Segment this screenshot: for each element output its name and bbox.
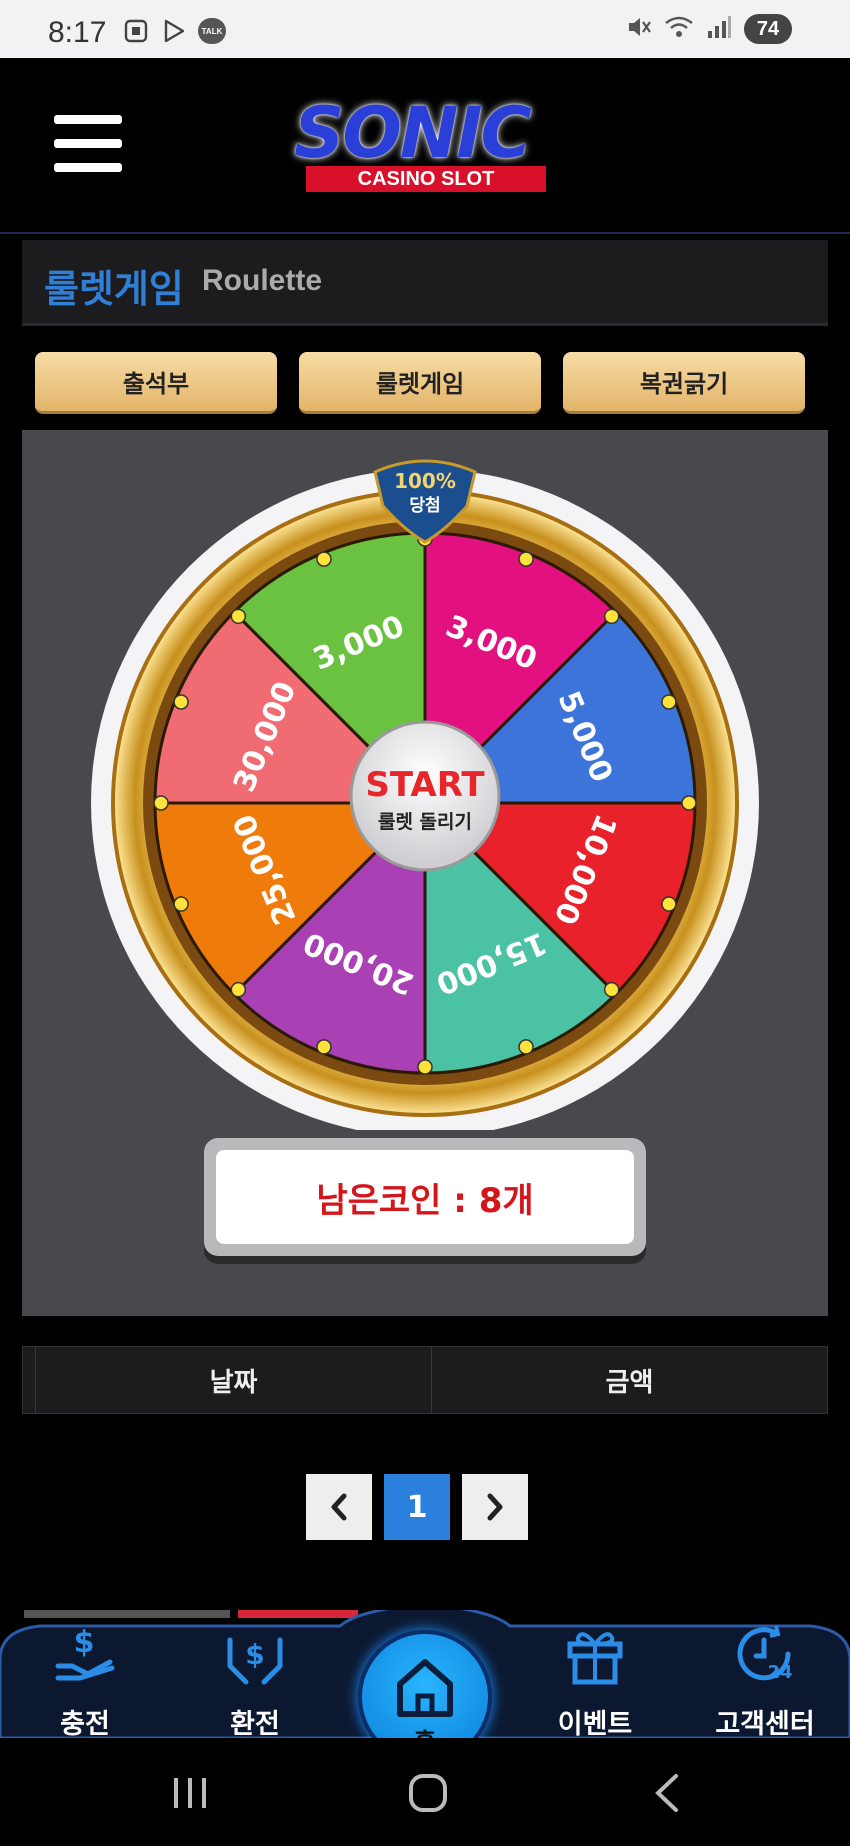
start-title: START	[365, 765, 485, 805]
pagination: 1	[306, 1474, 528, 1540]
table-header-spacer	[23, 1347, 35, 1413]
wheel-light	[316, 1039, 332, 1055]
site-logo[interactable]: SONIC CASINO SLOT	[284, 92, 574, 192]
wheel-light	[661, 896, 677, 912]
gift-icon	[567, 1632, 623, 1685]
table-header-amount: 금액	[431, 1347, 827, 1413]
screenshot-icon	[122, 18, 150, 44]
back-icon[interactable]	[655, 1774, 678, 1812]
battery-indicator: 74	[744, 14, 792, 44]
tab-lottery[interactable]: 복권긁기	[563, 352, 805, 414]
wifi-icon	[664, 14, 694, 44]
wheel-light	[518, 1039, 534, 1055]
logo-text: SONIC	[294, 92, 532, 174]
svg-text:$: $	[245, 1638, 264, 1671]
wheel-light	[230, 608, 247, 625]
svg-text:24: 24	[767, 1662, 792, 1683]
nav-event[interactable]: 이벤트	[530, 1620, 660, 1741]
roulette-wheel: 3,0005,00010,00015,00020,00025,00030,000…	[91, 459, 759, 1130]
logo-subtext: CASINO SLOT	[306, 166, 546, 192]
mute-icon	[626, 14, 652, 44]
game-tabs: 출석부 룰렛게임 복권긁기	[35, 352, 805, 414]
wheel-light	[316, 551, 332, 567]
start-button[interactable]: START 룰렛 돌리기	[349, 720, 501, 872]
wheel-light	[603, 981, 620, 998]
home-system-icon[interactable]	[409, 1774, 447, 1812]
status-time: 8:17	[48, 16, 107, 49]
badge-text: 당첨	[409, 495, 440, 516]
page-1-button[interactable]: 1	[384, 1474, 450, 1540]
status-left-icons: TALK	[122, 18, 226, 44]
menu-icon[interactable]	[54, 115, 122, 175]
app-header: SONIC CASINO SLOT	[0, 58, 850, 234]
system-nav-buttons	[174, 1774, 678, 1812]
system-navigation-bar	[0, 1738, 850, 1842]
chevron-right-icon	[487, 1493, 503, 1521]
wheel-light	[518, 551, 534, 567]
badge-percent: 100%	[394, 469, 456, 493]
page-title: 룰렛게임	[44, 267, 184, 311]
nav-deposit-label: 충전	[60, 1709, 110, 1740]
wheel-light	[173, 694, 189, 710]
tab-attendance[interactable]: 출석부	[35, 352, 277, 414]
recent-apps-icon[interactable]	[174, 1778, 206, 1808]
roulette-panel: 3,000 5,000 10,000 15,000 20,000 25,000 30,000…	[22, 430, 828, 1316]
status-right-icons: 74	[626, 14, 792, 44]
nav-deposit[interactable]: $ 충전	[20, 1620, 150, 1741]
svg-text:$: $	[74, 1625, 95, 1660]
page-subtitle: Roulette	[202, 264, 322, 297]
tab-roulette[interactable]: 룰렛게임	[299, 352, 541, 414]
hands-dollar-icon: $	[227, 1637, 283, 1685]
nav-support[interactable]: 24 고객센터	[700, 1620, 830, 1741]
remaining-coins-box: 남은코인 : 8개	[204, 1138, 646, 1256]
nav-event-label: 이벤트	[557, 1709, 633, 1740]
wheel-light	[230, 981, 247, 998]
prev-page-button[interactable]	[306, 1474, 372, 1540]
wheel-light	[173, 896, 189, 912]
history-table-header: 날짜 금액	[22, 1346, 828, 1414]
next-page-button[interactable]	[462, 1474, 528, 1540]
nav-withdraw[interactable]: $ 환전	[190, 1620, 320, 1741]
signal-icon	[706, 14, 732, 44]
wheel-light	[603, 608, 620, 625]
page-title-bar: 룰렛게임 Roulette	[22, 240, 828, 326]
bottom-navigation: $ 충전 $ 환전 홈 이벤트 24 고객센터	[0, 1610, 850, 1764]
start-subtitle: 룰렛 돌리기	[378, 811, 472, 833]
nav-support-label: 고객센터	[715, 1709, 815, 1740]
wheel-light	[661, 694, 677, 710]
wheel-light	[417, 1059, 433, 1075]
wheel-light	[681, 795, 697, 811]
wheel-light	[153, 795, 169, 811]
remaining-coins-text: 남은코인 : 8개	[216, 1150, 634, 1244]
status-bar: 8:17 TALK 74	[0, 0, 850, 58]
table-header-date: 날짜	[35, 1347, 431, 1413]
kakaotalk-icon: TALK	[198, 18, 226, 44]
hand-dollar-icon: $	[55, 1625, 115, 1681]
play-store-icon	[160, 18, 188, 44]
home-icon	[397, 1659, 453, 1717]
chevron-left-icon	[331, 1493, 347, 1521]
clock-24-icon: 24	[737, 1625, 793, 1683]
nav-withdraw-label: 환전	[230, 1709, 280, 1740]
